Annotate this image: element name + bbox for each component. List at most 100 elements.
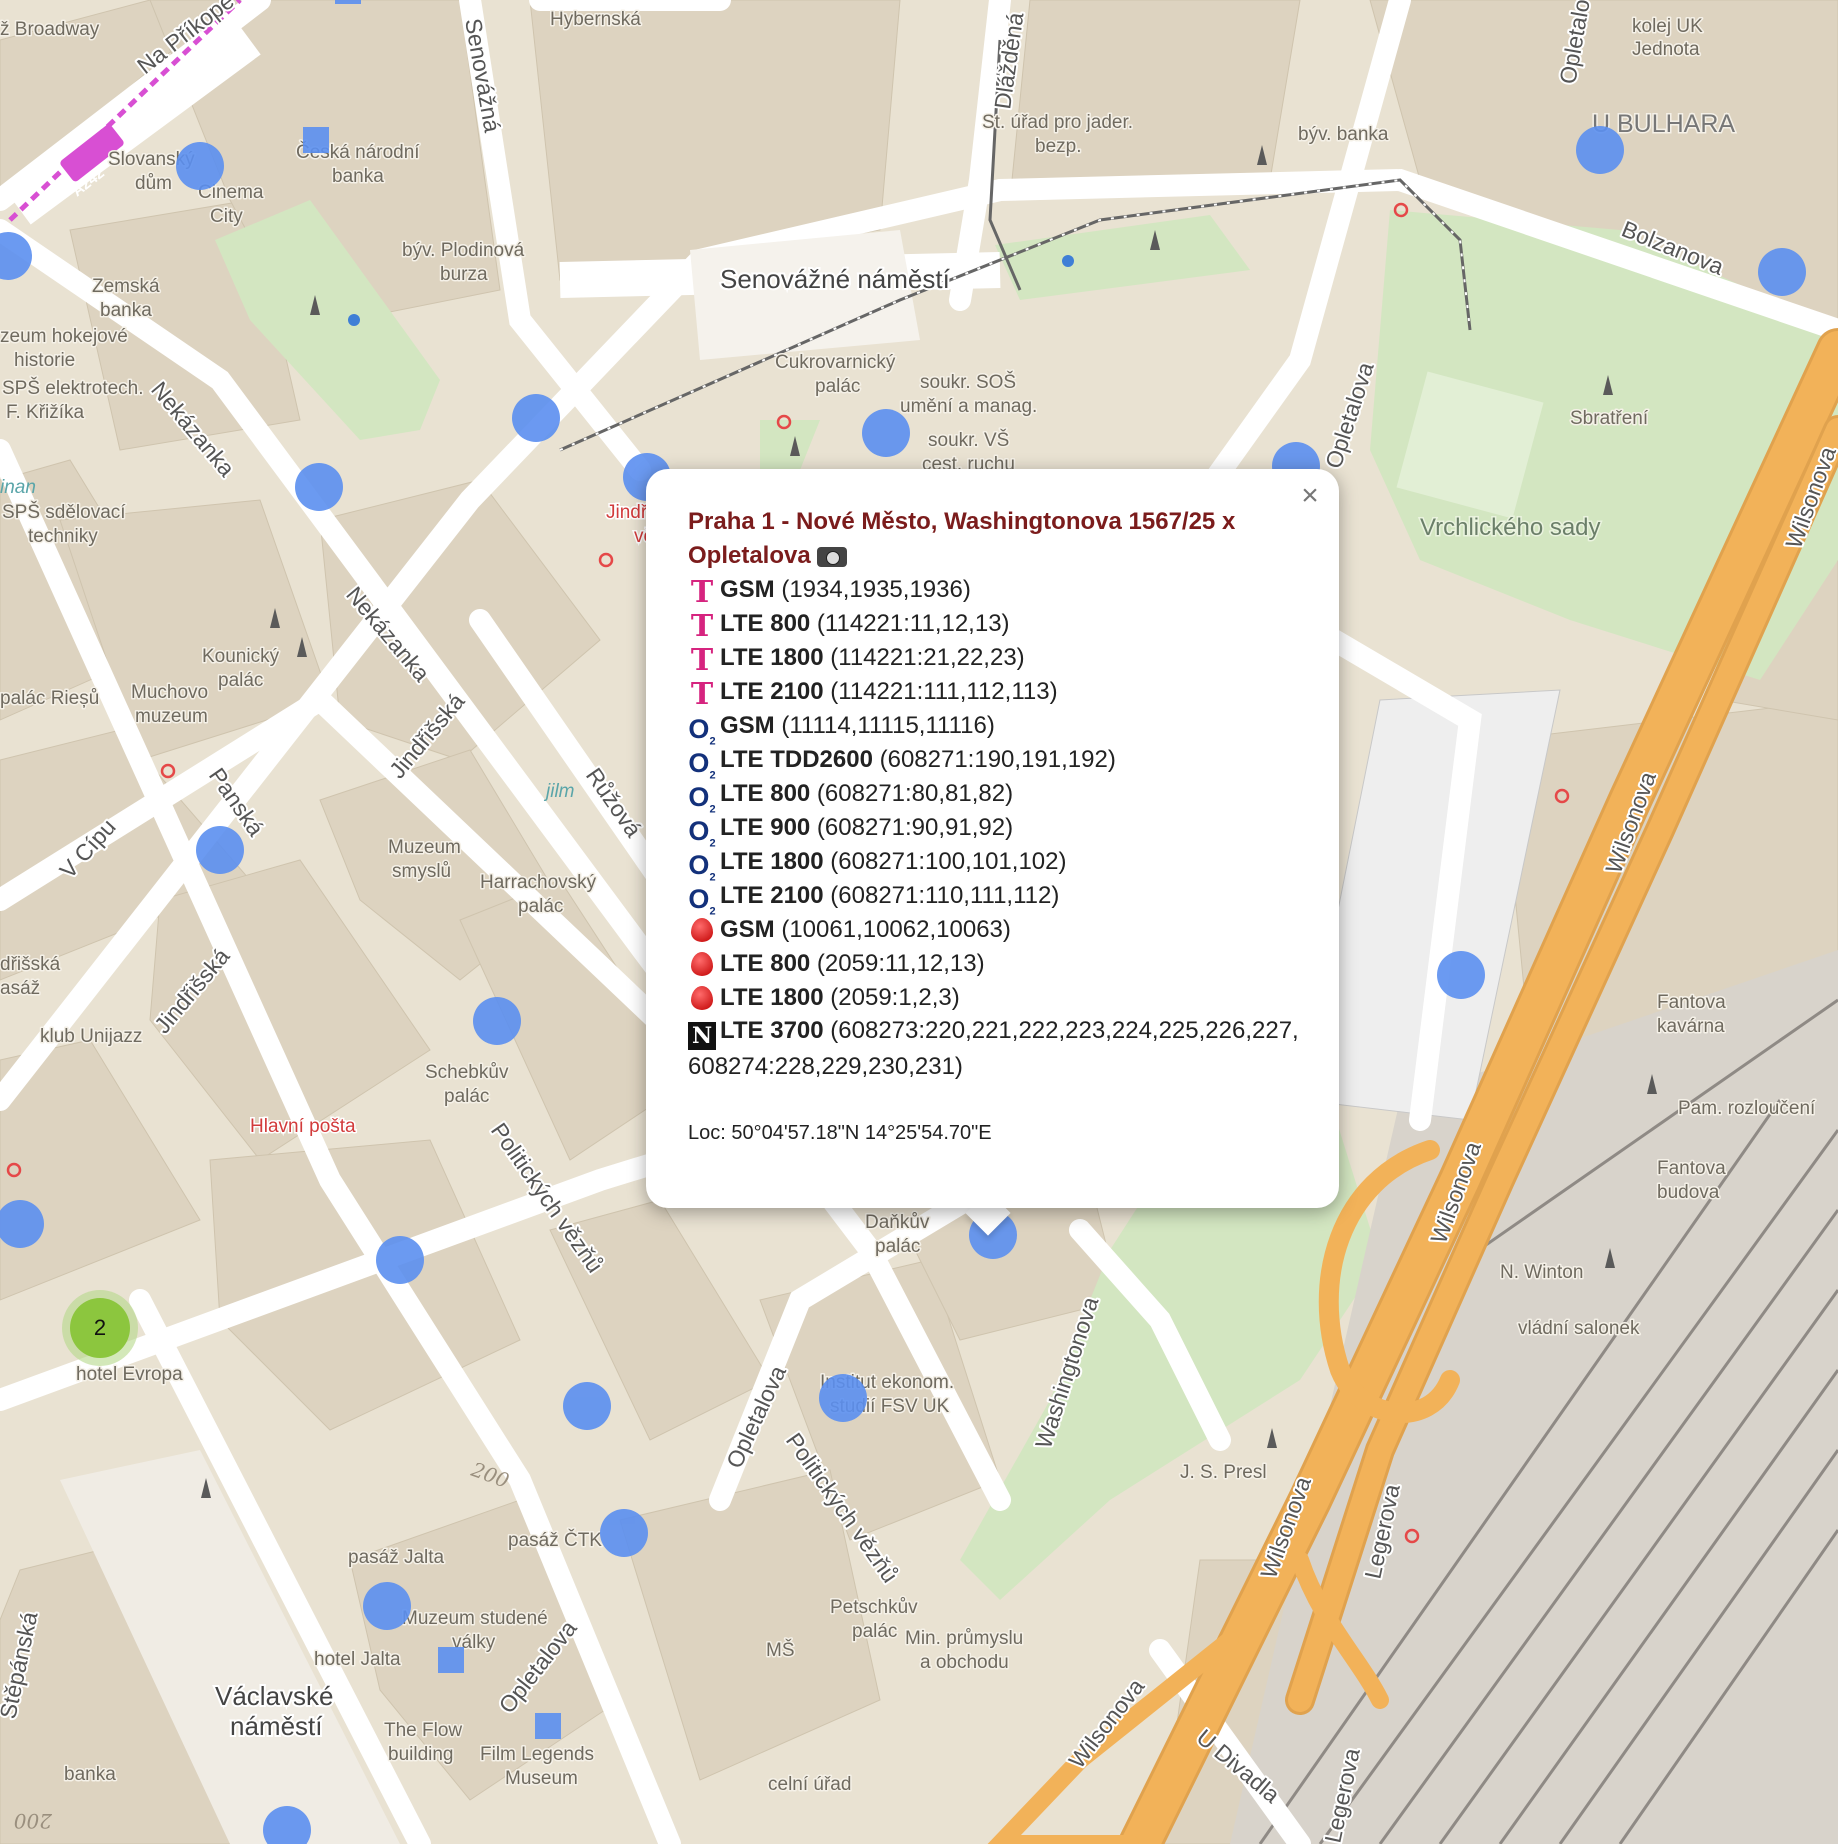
vodafone-icon (691, 918, 713, 942)
tower-marker (512, 394, 560, 442)
cell-ids: (608271:100,101,102) (823, 848, 1067, 875)
svg-text:burza: burza (440, 264, 488, 285)
svg-text:Daňkův: Daňkův (865, 1212, 930, 1233)
svg-text:hotel Jalta: hotel Jalta (314, 1649, 401, 1670)
svg-text:banka: banka (332, 166, 384, 187)
cell-row: O2LTE 2100 (608271:110,111,112) (688, 879, 1299, 918)
svg-text:Kounický: Kounický (202, 646, 280, 667)
technology-label: LTE 1800 (720, 644, 824, 671)
technology-label: LTE 800 (720, 780, 811, 807)
svg-text:palác: palác (518, 896, 563, 917)
cell-row: O2GSM (11114,11115,11116) (688, 709, 1299, 748)
technology-label: LTE 2100 (720, 882, 824, 909)
cell-row: T LTE 1800 (114221:21,22,23) (688, 641, 1299, 678)
technology-label: LTE 900 (720, 814, 811, 841)
svg-text:Fantova: Fantova (1657, 992, 1726, 1013)
cell-ids: (608271:90,91,92) (810, 814, 1014, 841)
svg-text:soukr. SOŠ: soukr. SOŠ (920, 371, 1016, 393)
svg-text:SPŠ sdělovací: SPŠ sdělovací (2, 501, 126, 523)
svg-text:Hlavní pošta: Hlavní pošta (250, 1116, 356, 1137)
svg-text:palác: palác (815, 376, 860, 397)
svg-text:klub Unijazz: klub Unijazz (40, 1026, 142, 1047)
popup-title: Praha 1 - Nové Město, Washingtonova 1567… (688, 505, 1299, 573)
tower-marker (563, 1382, 611, 1430)
svg-text:smyslů: smyslů (392, 861, 451, 882)
technology-label: GSM (720, 576, 775, 603)
cell-ids: (114221:111,112,113) (823, 678, 1058, 705)
o2-icon: O2 (688, 850, 716, 884)
tower-marker (176, 142, 224, 190)
technology-label: LTE 800 (720, 949, 811, 977)
cell-list: T GSM (1934,1935,1936) T LTE 800 (114221:11… (688, 573, 1299, 1084)
svg-text:historie: historie (14, 350, 75, 371)
svg-text:Schebkův: Schebkův (425, 1062, 509, 1083)
svg-text:dům: dům (135, 173, 172, 194)
svg-text:a obchodu: a obchodu (920, 1652, 1009, 1673)
svg-text:kolej UK: kolej UK (1632, 16, 1703, 37)
svg-text:býv. Plodinová: býv. Plodinová (402, 240, 525, 261)
svg-text:banka: banka (64, 1764, 116, 1785)
svg-text:palác Rieșů: palác Rieșů (0, 688, 99, 709)
cell-row: T LTE 800 (114221:11,12,13) (688, 607, 1299, 642)
t-mobile-icon: T (690, 677, 714, 712)
o2-icon: O2 (688, 884, 716, 918)
o2-icon: O2 (688, 782, 716, 816)
svg-text:Harrachovský: Harrachovský (480, 872, 597, 893)
svg-text:pasáž Jalta: pasáž Jalta (348, 1547, 445, 1568)
svg-text:City: City (210, 206, 243, 227)
cell-ids: (608271:110,111,112) (823, 882, 1060, 909)
close-icon[interactable]: × (1293, 479, 1327, 513)
tower-marker (376, 1236, 424, 1284)
svg-text:SPŠ elektrotech.: SPŠ elektrotech. (2, 377, 144, 399)
svg-text:ž Broadway: ž Broadway (0, 19, 100, 40)
t-mobile-icon: T (690, 575, 714, 610)
svg-text:Hybernská: Hybernská (550, 9, 641, 30)
svg-text:200: 200 (14, 1809, 53, 1833)
tower-marker (819, 1374, 867, 1422)
tower-marker (295, 463, 343, 511)
cell-ids: (10061,10062,10063) (774, 916, 1011, 943)
svg-text:budova: budova (1657, 1182, 1720, 1203)
cell-ids: (2059:1,2,3) (823, 983, 960, 1011)
vodafone-icon (691, 985, 713, 1010)
technology-label: LTE TDD2600 (720, 746, 873, 773)
svg-text:Sbratření: Sbratření (1570, 408, 1649, 429)
camera-icon[interactable] (816, 546, 847, 567)
t-mobile-icon: T (690, 643, 714, 678)
svg-text:techniky: techniky (28, 526, 98, 547)
svg-text:Muzeum: Muzeum (388, 837, 461, 858)
cell-row: O2LTE 1800 (608271:100,101,102) (688, 845, 1299, 884)
svg-text:Cukrovarnický: Cukrovarnický (775, 352, 896, 373)
svg-text:banka: banka (100, 300, 152, 321)
svg-text:palác: palác (218, 670, 263, 691)
svg-text:Museum: Museum (505, 1768, 578, 1789)
svg-text:bezp.: bezp. (1035, 136, 1081, 157)
tower-marker (1758, 248, 1806, 296)
tower-marker (473, 997, 521, 1045)
cell-row: O2LTE 900 (608271:90,91,92) (688, 811, 1299, 849)
svg-text:Jednota: Jednota (1632, 39, 1700, 60)
svg-text:Muchovo: Muchovo (131, 682, 208, 703)
svg-text:Petschkův: Petschkův (830, 1597, 918, 1618)
svg-text:náměstí: náměstí (230, 1711, 323, 1741)
tower-marker (600, 1509, 648, 1557)
cell-row: N LTE 3700 (608273:220,221,222,223,224,22… (688, 1014, 1299, 1084)
cell-row: T LTE 2100 (114221:111,112,113) (688, 675, 1299, 712)
cell-ids: (2059:11,12,13) (810, 949, 985, 977)
technology-label: GSM (720, 712, 775, 739)
svg-text:Václavské: Václavské (215, 1681, 334, 1711)
marker-cluster[interactable]: 2 (70, 1298, 130, 1358)
svg-text:Min. průmyslu: Min. průmyslu (905, 1628, 1023, 1649)
svg-text:palác: palác (852, 1621, 897, 1642)
svg-text:F. Křižíka: F. Křižíka (6, 402, 85, 423)
cell-ids: (608271:80,81,82) (810, 780, 1014, 807)
svg-text:palác: palác (875, 1236, 920, 1257)
o2-icon: O2 (688, 714, 716, 748)
svg-text:N. Winton: N. Winton (1500, 1262, 1583, 1283)
svg-text:Pam. rozloučení: Pam. rozloučení (1678, 1098, 1816, 1119)
cell-row: O2LTE TDD2600 (608271:190,191,192) (688, 743, 1299, 781)
nordic-telecom-icon: N (688, 1022, 716, 1051)
tower-marker (1576, 126, 1624, 174)
svg-text:dřišská: dřišská (0, 954, 61, 975)
svg-text:Vrchlického sady: Vrchlického sady (1420, 514, 1601, 541)
